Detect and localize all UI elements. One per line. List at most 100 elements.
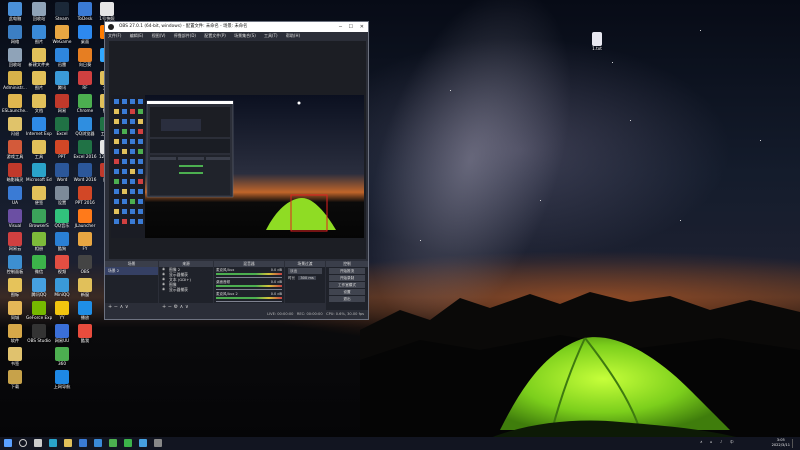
app-icon bbox=[8, 278, 22, 292]
app-icon bbox=[32, 71, 46, 85]
app-icon bbox=[32, 255, 46, 269]
mail-icon[interactable] bbox=[94, 439, 102, 447]
windows-start-icon[interactable] bbox=[4, 439, 12, 447]
input-method-icon[interactable]: 中 bbox=[730, 440, 734, 445]
obs-window[interactable]: OBS 27.0.1 (64-bit, windows) - 配置文件: 未命名… bbox=[104, 21, 369, 320]
desktop-shortcut-label: 暗影精灵 bbox=[6, 177, 24, 182]
app-icon bbox=[55, 48, 69, 62]
source-item[interactable]: 显示器捕获 bbox=[159, 287, 213, 292]
volume-slider[interactable] bbox=[216, 277, 282, 278]
rec-timer: REC: 00:00:00 bbox=[296, 312, 323, 316]
exit-button[interactable]: 退出 bbox=[329, 296, 365, 302]
notification-icon[interactable] bbox=[792, 439, 799, 448]
star bbox=[612, 62, 613, 63]
app-icon bbox=[32, 278, 46, 292]
obs-title-text: OBS 27.0.1 (64-bit, windows) - 配置文件: 未命名… bbox=[119, 24, 248, 29]
desktop-shortcut-label: 游戏工具 bbox=[6, 154, 24, 159]
live-timer: LIVE: 00:00:00 bbox=[267, 312, 294, 316]
captured-screen-preview bbox=[111, 95, 364, 238]
sources-list[interactable]: 图像 2 显示器捕获 文本 (GDI+) 图像 显示器捕获 bbox=[159, 267, 213, 303]
obs-menubar: 文件(F) 编辑(E) 视图(V) 停靠部件(D) 配置文件(P) 场景集合(S… bbox=[105, 32, 368, 40]
obs-logo-icon bbox=[108, 24, 114, 30]
desktop-file-icon[interactable]: 1.txt bbox=[584, 32, 610, 62]
start-streaming-button[interactable]: 开始推流 bbox=[329, 268, 365, 274]
desktop-shortcut-label: 回收站 bbox=[8, 62, 22, 67]
store-icon[interactable] bbox=[79, 439, 87, 447]
cpu-fps: CPU: 0.6%, 30.00 fps bbox=[326, 312, 364, 316]
desktop-shortcut-label: Administr... bbox=[3, 85, 27, 90]
menu-profile[interactable]: 配置文件(P) bbox=[204, 33, 226, 38]
glowing-tent bbox=[492, 337, 736, 437]
task-view-icon[interactable] bbox=[34, 439, 42, 447]
mixer-channel-name: 桌面音频 0.0 dB bbox=[216, 280, 282, 284]
controls-dock: 控制 开始推流 开始录制 工作室模式 设置 退出 bbox=[326, 261, 368, 311]
obs-icon[interactable] bbox=[154, 439, 162, 447]
mixer-channel-name: 麦克风/Aux 2 0.0 dB bbox=[216, 292, 282, 296]
app-icon bbox=[78, 117, 92, 131]
clock[interactable]: 3:05 2022/3/11 bbox=[772, 438, 790, 448]
controls-panel: 开始推流 开始录制 工作室模式 设置 退出 bbox=[326, 267, 368, 311]
app-icon bbox=[8, 209, 22, 223]
transition-select[interactable]: 淡出 bbox=[288, 268, 322, 274]
obs-preview-canvas[interactable] bbox=[109, 41, 366, 259]
tray-chevron-icon[interactable]: ∧ bbox=[700, 440, 703, 444]
desktop-shortcut-label: 播放 bbox=[80, 315, 90, 320]
volume-icon[interactable]: ♪ bbox=[720, 440, 722, 444]
mixer-channel: 麦克风/Aux 2 0.0 dB bbox=[216, 292, 282, 303]
app-icon bbox=[78, 94, 92, 108]
desktop-shortcut-label: OBS bbox=[80, 269, 90, 274]
app-icon bbox=[32, 94, 46, 108]
start-recording-button[interactable]: 开始录制 bbox=[329, 275, 365, 281]
scene-item[interactable]: 场景 2 bbox=[105, 267, 158, 275]
close-icon[interactable]: ✕ bbox=[360, 22, 364, 32]
menu-docks[interactable]: 停靠部件(D) bbox=[174, 33, 196, 38]
taskbar: ∧ ⌂ ♪ 中 3:05 2022/3/11 bbox=[0, 437, 800, 450]
maximize-icon[interactable]: ☐ bbox=[349, 22, 353, 32]
scenes-list[interactable]: 场景 2 bbox=[105, 267, 158, 303]
wechat-icon[interactable] bbox=[124, 439, 132, 447]
volume-meter bbox=[216, 285, 282, 287]
app-icon bbox=[32, 232, 46, 246]
captured-desktop-image bbox=[111, 95, 364, 238]
desktop-shortcut-label: 控制面板 bbox=[6, 269, 24, 274]
qq-icon[interactable] bbox=[139, 439, 147, 447]
minimize-icon[interactable]: ─ bbox=[339, 22, 342, 32]
desktop-shortcut-label: JLauncher bbox=[74, 223, 96, 228]
app-icon bbox=[55, 370, 69, 384]
app-icon bbox=[78, 209, 92, 223]
duration-input[interactable]: 300 ms bbox=[298, 276, 316, 280]
studio-mode-button[interactable]: 工作室模式 bbox=[329, 282, 365, 288]
desktop-shortcut[interactable]: 上网导航 bbox=[49, 370, 75, 400]
network-icon[interactable]: ⌂ bbox=[710, 440, 712, 444]
app-icon bbox=[55, 209, 69, 223]
explorer-icon[interactable] bbox=[64, 439, 72, 447]
star bbox=[700, 30, 701, 31]
menu-help[interactable]: 帮助(H) bbox=[286, 33, 300, 38]
menu-file[interactable]: 文件(F) bbox=[108, 33, 121, 38]
settings-button[interactable]: 设置 bbox=[329, 289, 365, 295]
desktop-shortcut-label: PPT 2016 bbox=[75, 200, 95, 205]
search-icon[interactable] bbox=[19, 439, 27, 447]
app-icon bbox=[100, 2, 114, 16]
menu-edit[interactable]: 编辑(E) bbox=[130, 33, 144, 38]
menu-view[interactable]: 视图(V) bbox=[152, 33, 166, 38]
mixer-channel: 桌面音频 0.0 dB bbox=[216, 280, 282, 291]
app-icon bbox=[78, 186, 92, 200]
star bbox=[760, 140, 761, 141]
menu-tools[interactable]: 工具(T) bbox=[264, 33, 278, 38]
volume-slider[interactable] bbox=[216, 301, 282, 302]
app-icon bbox=[55, 255, 69, 269]
app-icon bbox=[8, 71, 22, 85]
obs-statusbar: LIVE: 00:00:00 REC: 00:00:00 CPU: 0.6%, … bbox=[105, 310, 368, 319]
edge-icon[interactable] bbox=[49, 439, 57, 447]
volume-slider[interactable] bbox=[216, 289, 282, 290]
document-icon bbox=[592, 32, 602, 46]
star bbox=[680, 220, 681, 221]
app-icon bbox=[32, 186, 46, 200]
desktop-shortcut[interactable]: 下载 bbox=[2, 370, 28, 400]
desktop-shortcut[interactable]: 酷我 bbox=[72, 324, 98, 354]
desktop-shortcut-label: 酷我 bbox=[80, 338, 90, 343]
chrome-icon[interactable] bbox=[109, 439, 117, 447]
menu-scene-collection[interactable]: 场景集合(S) bbox=[234, 33, 256, 38]
obs-titlebar[interactable]: OBS 27.0.1 (64-bit, windows) - 配置文件: 未命名… bbox=[105, 22, 368, 32]
